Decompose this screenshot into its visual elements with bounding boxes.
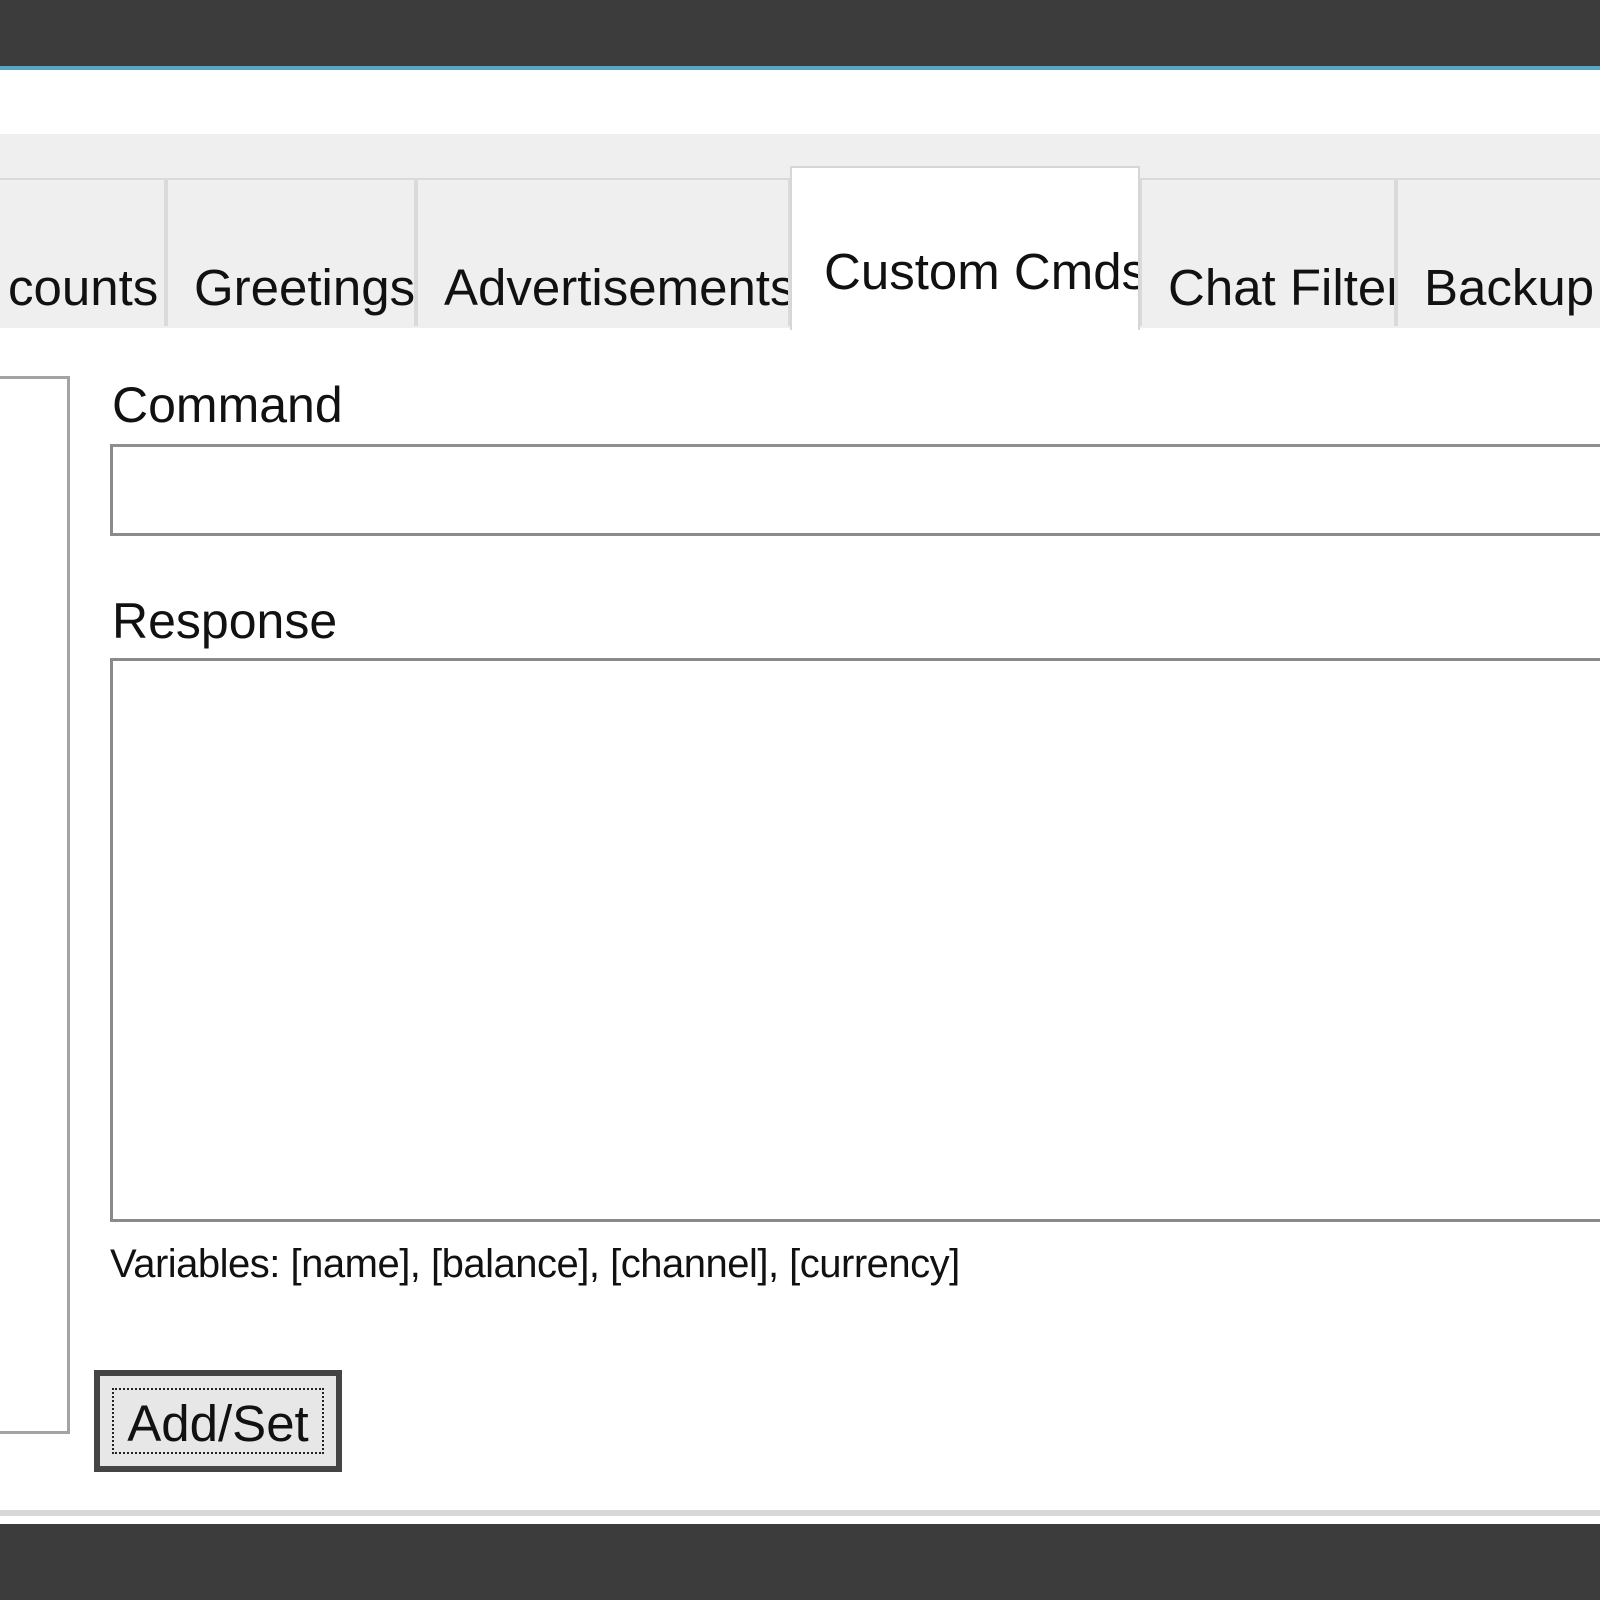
- app-screen: counts Greetings Advertisements Chat Fil…: [0, 0, 1600, 1600]
- tab-label: counts: [8, 259, 159, 316]
- bottom-bar: [0, 1524, 1600, 1600]
- command-label: Command: [112, 377, 343, 433]
- tab-label: Greetings: [194, 259, 416, 316]
- tab-advertisements[interactable]: Advertisements: [416, 178, 790, 326]
- response-label: Response: [112, 593, 338, 649]
- commands-list[interactable]: [0, 376, 70, 1434]
- tab-label: Chat Filter: [1168, 259, 1396, 316]
- tab-backup[interactable]: Backup: [1396, 178, 1600, 326]
- tab-accounts[interactable]: counts: [0, 178, 166, 326]
- add-set-button-label: Add/Set: [127, 1395, 309, 1452]
- response-textarea[interactable]: [110, 658, 1600, 1222]
- tab-label: Backup: [1424, 259, 1595, 316]
- tab-custom-cmds[interactable]: Custom Cmds: [790, 166, 1140, 330]
- add-set-button[interactable]: Add/Set: [94, 1370, 342, 1472]
- variables-hint: Variables: [name], [balance], [channel],…: [110, 1242, 960, 1286]
- bottom-divider: [0, 1510, 1600, 1516]
- command-input[interactable]: [110, 444, 1600, 536]
- tab-label: Custom Cmds: [824, 243, 1140, 300]
- top-title-bar: [0, 0, 1600, 66]
- tab-label: Advertisements: [444, 259, 790, 316]
- tab-chat-filter[interactable]: Chat Filter: [1140, 178, 1396, 326]
- tab-greetings[interactable]: Greetings: [166, 178, 416, 326]
